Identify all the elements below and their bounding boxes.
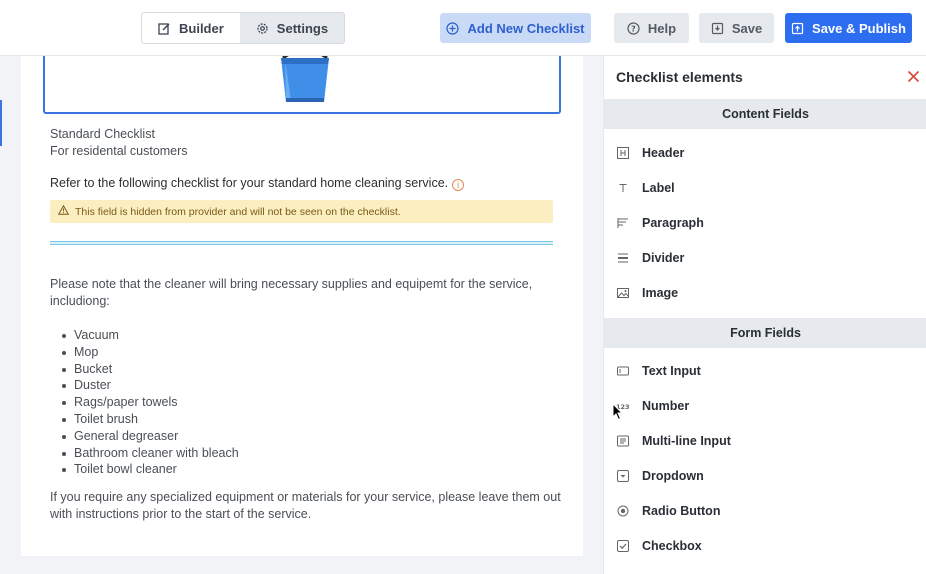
panel-title: Checklist elements (616, 69, 743, 85)
gear-icon (256, 22, 269, 35)
save-label: Save (731, 20, 763, 36)
list-item: Mop (62, 344, 239, 361)
element-label: Multi-line Input (642, 434, 731, 448)
element-divider[interactable]: Divider (616, 248, 684, 268)
list-item: Vacuum (62, 327, 239, 344)
save-publish-button[interactable]: Save & Publish (785, 13, 912, 43)
element-label-field[interactable]: Label (616, 178, 675, 198)
text-icon (616, 182, 629, 195)
paragraph-icon (616, 217, 629, 230)
checkbox-icon (616, 540, 629, 553)
element-label: Number (642, 399, 690, 413)
list-item: Bucket (62, 361, 239, 378)
form-fields-header: Form Fields (604, 318, 926, 348)
image-icon (616, 287, 629, 300)
checklist-subtitle: For residental customers (50, 144, 188, 158)
element-image[interactable]: Image (616, 283, 678, 303)
image-element[interactable] (43, 56, 561, 114)
upload-icon (791, 22, 804, 35)
checklist-canvas: Standard Checklist For residental custom… (21, 56, 583, 556)
help-icon: ? (627, 21, 640, 35)
element-number[interactable]: 123 Number (616, 396, 689, 416)
bucket-image (281, 56, 329, 102)
element-label: Checkbox (642, 539, 702, 553)
supplies-list[interactable]: Vacuum Mop Bucket Duster Rags/paper towe… (62, 327, 239, 478)
list-item: General degreaser (62, 428, 239, 445)
text-input-icon (616, 365, 629, 378)
radio-icon (616, 505, 629, 518)
supplies-note-line1: Please note that the cleaner will bring … (50, 277, 533, 291)
mode-toggle: Builder Settings (141, 12, 346, 44)
divider-element[interactable] (50, 241, 553, 245)
element-paragraph[interactable]: Paragraph (616, 213, 704, 233)
element-text-input[interactable]: Text Input (616, 361, 701, 381)
close-icon[interactable] (907, 70, 920, 88)
settings-tab-label: Settings (276, 20, 329, 36)
header-icon (616, 147, 629, 160)
list-item: Toilet brush (62, 411, 239, 428)
list-item: Bathroom cleaner with bleach (62, 445, 239, 460)
element-multiline-input[interactable]: Multi-line Input (616, 431, 731, 451)
element-label: Label (642, 181, 675, 195)
element-label: Header (642, 146, 685, 160)
hidden-field-warning: This field is hidden from provider and w… (50, 200, 553, 223)
mouse-cursor-icon (612, 403, 624, 421)
add-new-checklist-button[interactable]: Add New Checklist (440, 13, 591, 43)
element-checkbox[interactable]: Checkbox (616, 536, 702, 556)
element-label: Text Input (642, 364, 701, 378)
list-item: Duster (62, 377, 239, 394)
builder-tab[interactable]: Builder (142, 13, 240, 43)
element-label: Radio Button (642, 504, 721, 518)
info-icon[interactable]: i (452, 179, 465, 191)
refer-text: Refer to the following checklist for you… (50, 176, 449, 190)
checklist-elements-panel: Checklist elements Content Fields Header… (603, 56, 926, 574)
supplies-note[interactable]: Please note that the cleaner will bring … (50, 276, 532, 310)
element-label: Divider (642, 251, 685, 265)
builder-tab-label: Builder (179, 20, 224, 36)
plus-circle-icon (446, 21, 460, 35)
warning-text: This field is hidden from provider and w… (75, 205, 401, 218)
multiline-icon (616, 435, 629, 448)
add-new-checklist-label: Add New Checklist (467, 20, 585, 36)
footer-note-line1: If you require any specialized equipment… (50, 490, 561, 504)
footer-note-line2: with instructions prior to the start of … (50, 507, 312, 521)
list-item: Toilet bowl cleaner (62, 461, 239, 478)
element-label: Paragraph (642, 216, 704, 230)
element-label: Image (642, 286, 679, 300)
edit-icon (158, 22, 171, 35)
settings-tab[interactable]: Settings (239, 13, 345, 43)
save-button[interactable]: Save (699, 13, 774, 43)
supplies-note-line2: includiong: (50, 294, 110, 308)
element-label: Dropdown (642, 469, 704, 483)
element-radio-button[interactable]: Radio Button (616, 501, 720, 521)
warning-icon (57, 204, 70, 218)
element-dropdown[interactable]: Dropdown (616, 466, 704, 486)
divider-icon (616, 252, 629, 265)
checklist-title: Standard Checklist (50, 127, 155, 141)
save-icon (711, 22, 724, 35)
save-publish-label: Save & Publish (812, 20, 906, 36)
help-label: Help (647, 20, 677, 36)
content-fields-header: Content Fields (604, 99, 926, 129)
element-header[interactable]: Header (616, 143, 684, 163)
help-button[interactable]: ? Help (614, 13, 689, 43)
selection-indicator (0, 100, 2, 146)
dropdown-icon (616, 470, 629, 483)
refer-label[interactable]: Refer to the following checklist for you… (50, 175, 465, 192)
list-item: Rags/paper towels (62, 394, 239, 411)
top-toolbar: Builder Settings Add New Checklist ? Hel… (0, 0, 926, 56)
svg-text:?: ? (631, 24, 636, 33)
footer-note[interactable]: If you require any specialized equipment… (50, 489, 561, 523)
